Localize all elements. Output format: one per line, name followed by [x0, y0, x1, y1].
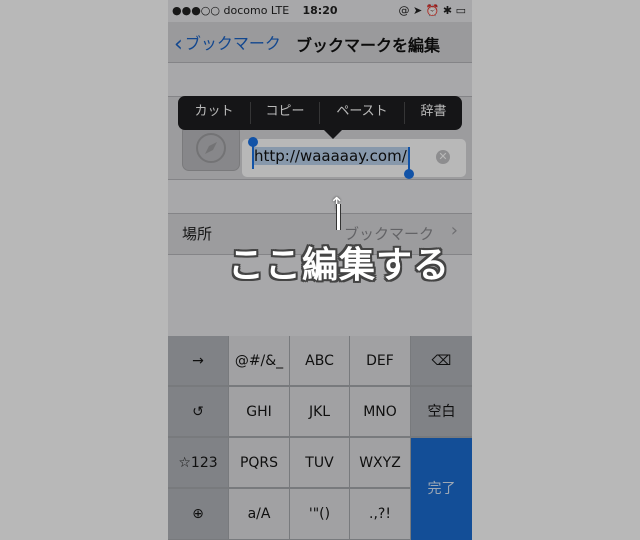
annotation-arrow-stem: [336, 204, 341, 230]
annotation-caption: ここ編集する: [228, 245, 451, 286]
